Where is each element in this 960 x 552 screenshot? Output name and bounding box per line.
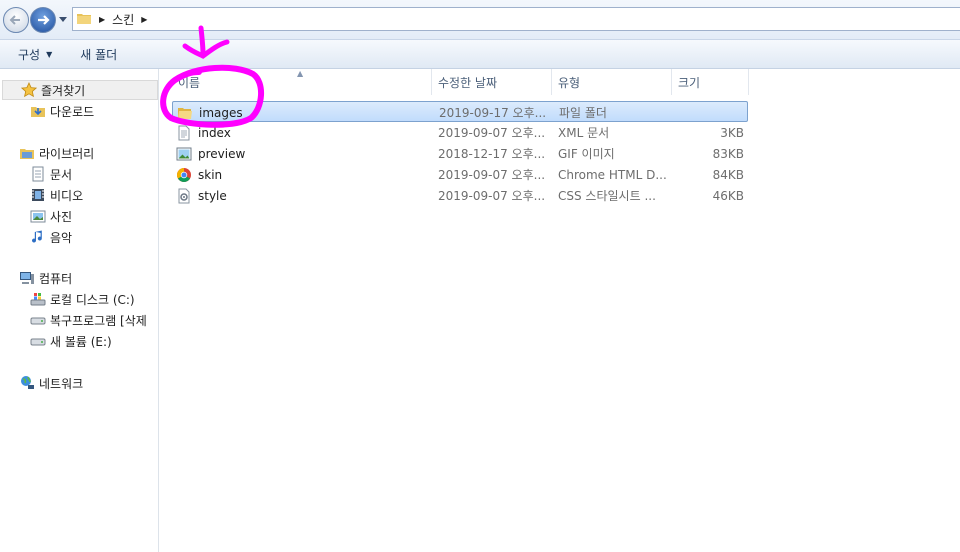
file-name: preview (198, 146, 246, 161)
column-type-label: 유형 (558, 75, 581, 90)
nav-computer[interactable]: 컴퓨터 (19, 268, 72, 288)
file-date: 2018-12-17 오후... (438, 147, 546, 161)
nav-item-label: 문서 (50, 167, 73, 182)
navigation-pane: 즐겨찾기 다운로드 라이브러리 문서 비디오 사진 음악 컴퓨터 로컬 디스크 … (0, 69, 159, 552)
file-type: XML 문서 (558, 126, 610, 140)
nav-item-pictures[interactable]: 사진 (30, 206, 72, 226)
nav-item-documents[interactable]: 문서 (30, 164, 72, 184)
organize-button[interactable]: 구성 ▼ (9, 46, 61, 63)
file-size: 46KB (712, 188, 744, 203)
nav-network-label: 네트워크 (39, 376, 84, 391)
nav-item-volume-e[interactable]: 새 볼륨 (E:) (30, 331, 112, 351)
nav-item-label: 비디오 (50, 188, 84, 203)
network-icon (19, 375, 35, 391)
library-icon (19, 145, 35, 161)
organize-label: 구성 (18, 47, 41, 62)
nav-item-local-disk[interactable]: 로컬 디스크 (C:) (30, 289, 135, 309)
xml-file-icon (176, 125, 192, 141)
column-divider[interactable] (671, 69, 672, 95)
nav-item-video[interactable]: 비디오 (30, 185, 83, 205)
file-name: style (198, 188, 227, 203)
column-header-type[interactable]: 유형 (558, 69, 580, 95)
computer-icon (19, 270, 35, 286)
new-folder-label: 새 폴더 (80, 47, 118, 62)
local-disk-icon (30, 291, 46, 307)
file-type: CSS 스타일시트 ... (558, 189, 656, 203)
folder-icon (76, 10, 92, 29)
chevron-right-icon[interactable]: ▶ (141, 15, 147, 24)
sort-ascending-icon: ▲ (297, 69, 304, 78)
forward-button[interactable] (30, 7, 56, 33)
downloads-folder-icon (30, 103, 46, 119)
css-file-icon (176, 188, 192, 204)
chevron-right-icon[interactable]: ▶ (99, 15, 105, 24)
back-button[interactable] (3, 7, 29, 33)
address-bar: ▶ 스킨 ▶ (0, 0, 960, 40)
file-date: 2019-09-07 오후... (438, 189, 546, 203)
file-size: 3KB (720, 125, 744, 140)
nav-item-label: 로컬 디스크 (C:) (50, 292, 135, 307)
file-row-preview[interactable]: preview 2018-12-17 오후... GIF 이미지 83KB (172, 143, 748, 164)
nav-item-music[interactable]: 음악 (30, 227, 72, 247)
file-date: 2019-09-07 오후... (438, 168, 546, 182)
chevron-down-icon: ▼ (46, 49, 53, 59)
file-size: 83KB (712, 146, 744, 161)
file-type: Chrome HTML D... (558, 167, 667, 182)
column-header-size[interactable]: 크기 (678, 69, 700, 95)
breadcrumb-skin[interactable]: 스킨 (112, 11, 134, 28)
file-type: GIF 이미지 (558, 147, 615, 161)
column-name-label: 이름 (178, 75, 201, 90)
drive-icon (30, 312, 46, 328)
recent-pages-dropdown-icon[interactable] (58, 14, 68, 24)
nav-libraries[interactable]: 라이브러리 (19, 143, 94, 163)
file-type: 파일 폴더 (559, 106, 607, 120)
nav-item-downloads[interactable]: 다운로드 (30, 101, 94, 121)
command-bar: 구성 ▼ 새 폴더 (0, 40, 960, 69)
file-name: skin (198, 167, 223, 182)
new-folder-button[interactable]: 새 폴더 (71, 46, 126, 63)
folder-icon (177, 105, 193, 121)
nav-item-label: 사진 (50, 209, 73, 224)
documents-icon (30, 166, 46, 182)
nav-item-label: 복구프로그램 [삭제 (50, 313, 147, 328)
video-icon (30, 187, 46, 203)
file-name: index (198, 125, 231, 140)
nav-item-label: 새 볼륨 (E:) (50, 334, 112, 349)
nav-item-label: 다운로드 (50, 104, 95, 119)
file-row-images[interactable]: images 2019-09-17 오후... 파일 폴더 (172, 101, 748, 122)
file-date: 2019-09-07 오후... (438, 126, 546, 140)
back-arrow-icon (9, 15, 20, 25)
nav-favorites-label: 즐겨찾기 (41, 83, 86, 98)
file-name: images (199, 105, 243, 120)
file-row-skin[interactable]: skin 2019-09-07 오후... Chrome HTML D... 8… (172, 164, 748, 185)
nav-libraries-label: 라이브러리 (39, 146, 95, 161)
column-divider[interactable] (551, 69, 552, 95)
pictures-icon (30, 208, 46, 224)
nav-favorites[interactable]: 즐겨찾기 (2, 80, 158, 100)
nav-computer-label: 컴퓨터 (39, 271, 73, 286)
column-size-label: 크기 (678, 75, 701, 90)
address-path[interactable]: ▶ 스킨 ▶ (72, 7, 960, 31)
file-row-style[interactable]: style 2019-09-07 오후... CSS 스타일시트 ... 46K… (172, 185, 748, 206)
star-icon (21, 82, 37, 98)
file-date: 2019-09-17 오후... (439, 106, 547, 120)
music-icon (30, 229, 46, 245)
nav-item-label: 음악 (50, 230, 73, 245)
drive-icon (30, 333, 46, 349)
column-header-name[interactable]: 이름 (178, 69, 200, 95)
forward-arrow-icon (38, 15, 50, 25)
column-header-date[interactable]: 수정한 날짜 (438, 69, 497, 95)
nav-item-recovery[interactable]: 복구프로그램 [삭제 (30, 310, 158, 330)
nav-network[interactable]: 네트워크 (19, 373, 83, 393)
column-date-label: 수정한 날짜 (438, 75, 498, 90)
file-size: 84KB (712, 167, 744, 182)
chrome-icon (176, 167, 192, 183)
column-divider[interactable] (748, 69, 749, 95)
file-row-index[interactable]: index 2019-09-07 오후... XML 문서 3KB (172, 122, 748, 143)
column-divider[interactable] (431, 69, 432, 95)
image-file-icon (176, 146, 192, 162)
